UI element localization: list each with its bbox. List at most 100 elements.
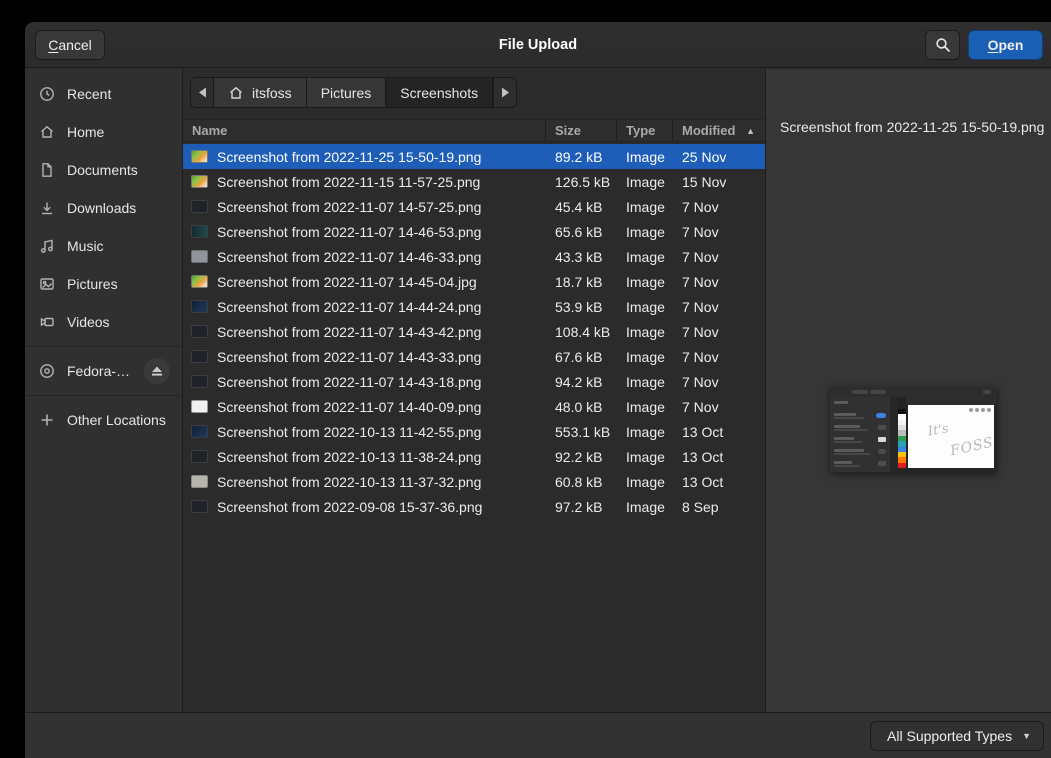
file-type: Image xyxy=(617,199,673,215)
file-list: Screenshot from 2022-11-25 15-50-19.png8… xyxy=(183,144,765,712)
file-modified: 15 Nov xyxy=(673,174,765,190)
recent-icon xyxy=(39,86,55,102)
sidebar-item-recent[interactable]: Recent xyxy=(25,75,182,113)
disc-icon xyxy=(39,363,55,379)
file-modified: 7 Nov xyxy=(673,274,765,290)
file-row[interactable]: Screenshot from 2022-10-13 11-37-32.png6… xyxy=(183,469,765,494)
palette-swatch xyxy=(898,463,906,468)
eject-button[interactable] xyxy=(144,358,170,384)
sidebar-item-label: Recent xyxy=(67,86,111,102)
file-thumbnail-icon xyxy=(191,500,208,513)
file-thumbnail-icon xyxy=(191,325,208,338)
breadcrumb-label: itsfoss xyxy=(252,85,292,101)
thumbnail-canvas: It's FOSS xyxy=(908,405,994,468)
dialog-title: File Upload xyxy=(25,22,1051,68)
thumbnail-handwriting-2: FOSS xyxy=(949,435,996,460)
file-size: 48.0 kB xyxy=(546,399,617,415)
sidebar-item-label: Fedora-… xyxy=(67,363,130,379)
sidebar-item-videos[interactable]: Videos xyxy=(25,303,182,341)
column-header-modified[interactable]: Modified ▲ xyxy=(673,120,765,141)
file-row[interactable]: Screenshot from 2022-11-07 14-44-24.png5… xyxy=(183,294,765,319)
file-type: Image xyxy=(617,299,673,315)
file-thumbnail-icon xyxy=(191,475,208,488)
file-thumbnail-icon xyxy=(191,275,208,288)
home-icon xyxy=(228,85,244,101)
sidebar-item-home[interactable]: Home xyxy=(25,113,182,151)
document-icon xyxy=(39,162,55,178)
preview-pane: Screenshot from 2022-11-25 15-50-19.png xyxy=(766,69,1051,712)
file-type: Image xyxy=(617,149,673,165)
sidebar-item-other-locations[interactable]: Other Locations xyxy=(25,401,182,439)
file-row[interactable]: Screenshot from 2022-11-15 11-57-25.png 1… xyxy=(183,169,765,194)
file-size: 94.2 kB xyxy=(546,374,617,390)
file-row[interactable]: Screenshot from 2022-11-07 14-46-33.png 4… xyxy=(183,244,765,269)
sidebar-item-label: Pictures xyxy=(67,276,118,292)
preview-filename: Screenshot from 2022-11-25 15-50-19.png xyxy=(780,119,1051,135)
file-row[interactable]: Screenshot from 2022-11-07 14-40-09.png 4… xyxy=(183,394,765,419)
file-row[interactable]: Screenshot from 2022-11-07 14-45-04.jpg1… xyxy=(183,269,765,294)
file-thumbnail-icon xyxy=(191,300,208,313)
file-name: Screenshot from 2022-11-15 11-57-25.png xyxy=(217,174,480,190)
column-header-name[interactable]: Name xyxy=(183,120,546,141)
file-thumbnail-icon xyxy=(191,200,208,213)
file-chooser-dialog: Cancel File Upload Open Recent Home Docume… xyxy=(25,22,1051,758)
file-name: Screenshot from 2022-11-07 14-40-09.png xyxy=(217,399,481,415)
file-size: 89.2 kB xyxy=(546,149,617,165)
sidebar-item-music[interactable]: Music xyxy=(25,227,182,265)
sidebar-item-label: Documents xyxy=(67,162,138,178)
file-row[interactable]: Screenshot from 2022-11-07 14-57-25.png4… xyxy=(183,194,765,219)
sort-ascending-icon: ▲ xyxy=(746,126,755,136)
search-button[interactable] xyxy=(925,30,960,60)
file-row[interactable]: Screenshot from 2022-11-07 14-43-18.png 9… xyxy=(183,369,765,394)
file-type: Image xyxy=(617,499,673,515)
file-thumbnail-icon xyxy=(191,425,208,438)
file-name: Screenshot from 2022-11-07 14-43-42.png xyxy=(217,324,481,340)
file-name: Screenshot from 2022-10-13 11-38-24.png xyxy=(217,449,481,465)
breadcrumb-screenshots[interactable]: Screenshots xyxy=(386,78,493,107)
sidebar-separator xyxy=(25,346,182,347)
sidebar-item-label: Downloads xyxy=(67,200,136,216)
thumbnail-canvas-toolbar xyxy=(906,397,997,405)
breadcrumb-itsfoss[interactable]: itsfoss xyxy=(214,78,307,107)
file-row[interactable]: Screenshot from 2022-11-07 14-43-33.png6… xyxy=(183,344,765,369)
eject-icon xyxy=(151,365,163,377)
sidebar-item-fedora[interactable]: Fedora-… xyxy=(25,352,182,390)
file-row[interactable]: Screenshot from 2022-09-08 15-37-36.png9… xyxy=(183,494,765,519)
file-name: Screenshot from 2022-11-07 14-43-18.png xyxy=(217,374,481,390)
file-row[interactable]: Screenshot from 2022-11-07 14-46-53.png6… xyxy=(183,219,765,244)
video-icon xyxy=(39,314,55,330)
file-type: Image xyxy=(617,274,673,290)
sidebar-item-label: Other Locations xyxy=(67,412,166,428)
file-type: Image xyxy=(617,474,673,490)
breadcrumb-pictures[interactable]: Pictures xyxy=(307,78,387,107)
path-forward-button[interactable] xyxy=(493,78,516,107)
file-type: Image xyxy=(617,399,673,415)
sidebar-item-pictures[interactable]: Pictures xyxy=(25,265,182,303)
file-type-filter-dropdown[interactable]: All Supported Types ▼ xyxy=(870,721,1044,751)
file-type: Image xyxy=(617,374,673,390)
file-thumbnail-icon xyxy=(191,150,208,163)
column-header-size[interactable]: Size xyxy=(546,120,617,141)
file-row[interactable]: Screenshot from 2022-10-13 11-42-55.png5… xyxy=(183,419,765,444)
file-size: 43.3 kB xyxy=(546,249,617,265)
cancel-button[interactable]: Cancel xyxy=(35,30,105,60)
file-row[interactable]: Screenshot from 2022-10-13 11-38-24.png9… xyxy=(183,444,765,469)
chevron-left-icon xyxy=(198,87,207,98)
file-thumbnail-icon xyxy=(191,375,208,388)
column-header-type[interactable]: Type xyxy=(617,120,673,141)
path-back-button[interactable] xyxy=(191,78,214,107)
file-thumbnail-icon xyxy=(191,175,208,188)
file-name: Screenshot from 2022-11-07 14-46-33.png xyxy=(217,249,481,265)
thumbnail-settings-panel xyxy=(830,397,890,472)
sidebar-item-downloads[interactable]: Downloads xyxy=(25,189,182,227)
dialog-body: Recent Home Documents Downloads Music Picture… xyxy=(25,69,1051,712)
preview-thumbnail: It's FOSS xyxy=(830,387,997,472)
thumbnail-handwriting-1: It's xyxy=(927,421,950,439)
open-button[interactable]: Open xyxy=(968,30,1043,60)
search-icon xyxy=(935,37,951,53)
sidebar-item-label: Home xyxy=(67,124,104,140)
file-row[interactable]: Screenshot from 2022-11-07 14-43-42.png1… xyxy=(183,319,765,344)
file-row[interactable]: Screenshot from 2022-11-25 15-50-19.png8… xyxy=(183,144,765,169)
sidebar-item-documents[interactable]: Documents xyxy=(25,151,182,189)
file-thumbnail-icon xyxy=(191,350,208,363)
